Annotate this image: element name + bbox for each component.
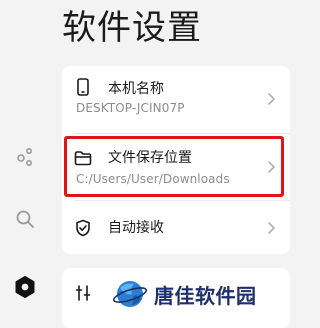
shield-check-icon	[74, 219, 92, 237]
phone-icon	[74, 78, 92, 96]
watermark: 唐佳软件园	[112, 276, 257, 312]
watermark-text: 唐佳软件园	[154, 283, 257, 308]
device-name-row[interactable]: 本机名称 DESKTOP-JCIN07P	[62, 66, 290, 130]
page-title: 软件设置	[62, 8, 202, 48]
highlight-box	[64, 136, 284, 197]
share-nodes-icon[interactable]	[12, 143, 38, 169]
divider	[74, 200, 290, 201]
device-name-value: DESKTOP-JCIN07P	[76, 101, 185, 115]
chevron-right-icon	[268, 93, 275, 105]
search-icon[interactable]	[12, 206, 38, 232]
auto-receive-label: 自动接收	[108, 220, 164, 236]
auto-receive-row[interactable]: 自动接收	[62, 203, 290, 253]
sliders-icon	[74, 284, 92, 302]
navigation-rail	[0, 0, 48, 319]
device-name-label: 本机名称	[108, 81, 164, 97]
settings-gear-icon[interactable]	[12, 274, 38, 300]
chevron-right-icon	[268, 222, 275, 234]
globe-logo-icon	[112, 281, 148, 307]
divider	[74, 133, 290, 134]
